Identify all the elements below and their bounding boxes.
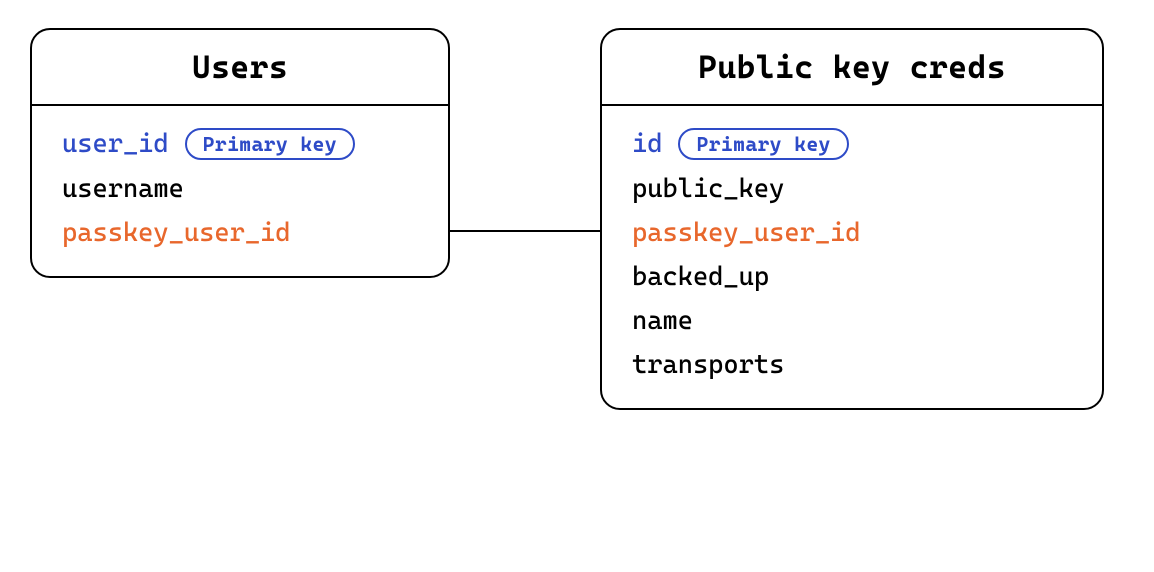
relationship-connector <box>450 230 600 232</box>
field-row: passkey_user_id <box>62 218 418 248</box>
field-name: public_key <box>632 174 784 204</box>
field-row: name <box>632 306 1072 336</box>
entity-header: Users <box>32 30 448 106</box>
field-name: user_id <box>62 129 169 159</box>
field-row: backed_up <box>632 262 1072 292</box>
entity-header: Public key creds <box>602 30 1102 106</box>
field-name: name <box>632 306 693 336</box>
field-row: id Primary key <box>632 128 1072 160</box>
entity-public-key-creds: Public key creds id Primary key public_k… <box>600 28 1104 410</box>
field-row: user_id Primary key <box>62 128 418 160</box>
field-name: backed_up <box>632 262 769 292</box>
field-name: passkey_user_id <box>632 218 861 248</box>
entity-fields: user_id Primary key username passkey_use… <box>32 106 448 276</box>
entity-fields: id Primary key public_key passkey_user_i… <box>602 106 1102 408</box>
field-name: username <box>62 174 184 204</box>
field-row: username <box>62 174 418 204</box>
primary-key-badge: Primary key <box>185 128 355 160</box>
entity-users: Users user_id Primary key username passk… <box>30 28 450 278</box>
field-row: public_key <box>632 174 1072 204</box>
entity-title: Public key creds <box>622 48 1082 86</box>
field-row: passkey_user_id <box>632 218 1072 248</box>
entity-title: Users <box>52 48 428 86</box>
primary-key-badge: Primary key <box>678 128 848 160</box>
field-name: passkey_user_id <box>62 218 291 248</box>
field-name: transports <box>632 350 784 380</box>
field-name: id <box>632 129 662 159</box>
field-row: transports <box>632 350 1072 380</box>
